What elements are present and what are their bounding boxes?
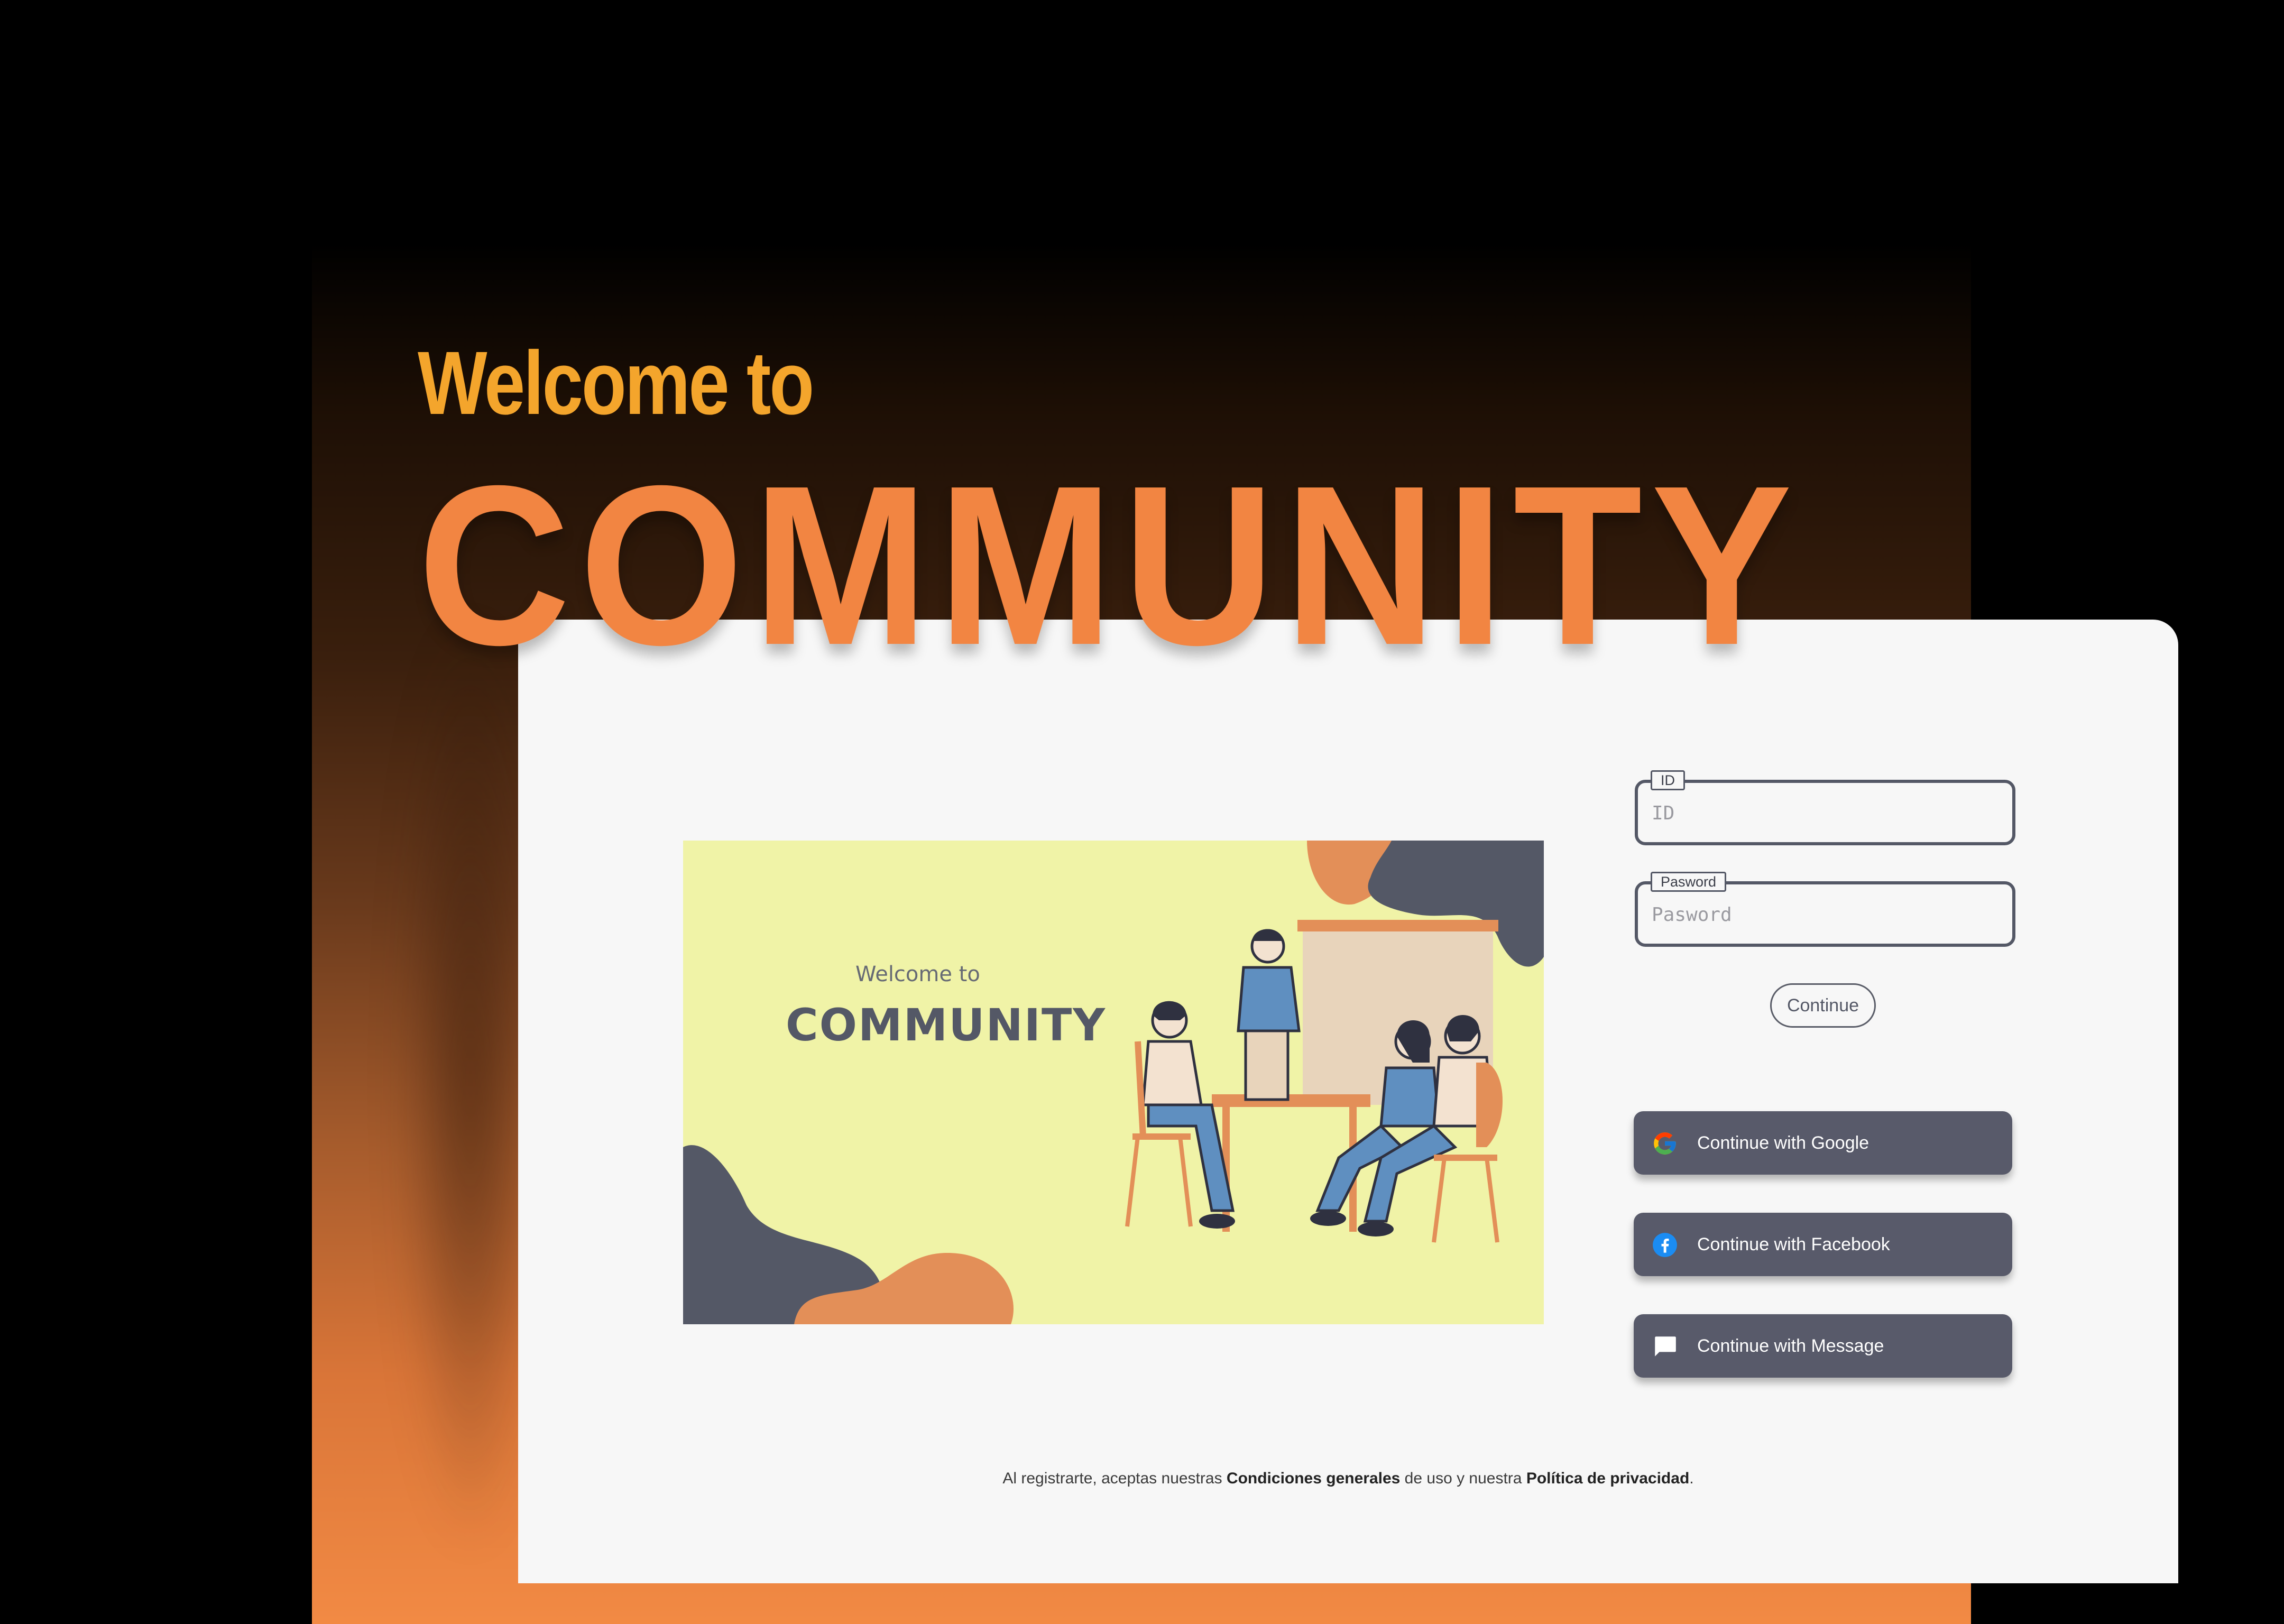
continue-button[interactable]: Continue: [1770, 983, 1876, 1028]
privacy-link[interactable]: Política de privacidad: [1526, 1470, 1689, 1487]
facebook-icon: [1653, 1233, 1677, 1257]
illustration-title: COMMUNITY: [786, 999, 1107, 1051]
illustration-art: [683, 841, 1544, 1324]
message-button[interactable]: Continue with Message: [1634, 1314, 2012, 1378]
message-icon: [1655, 1336, 1676, 1357]
terms-link[interactable]: Condiciones generales: [1227, 1470, 1400, 1487]
password-field: Pasword: [1635, 872, 2015, 947]
facebook-button[interactable]: Continue with Facebook: [1634, 1213, 2012, 1276]
illustration-welcome-text: Welcome to: [855, 962, 980, 986]
message-button-label: Continue with Message: [1697, 1335, 1884, 1356]
hero-title: COMMUNITY: [418, 439, 1801, 693]
legal-suffix: .: [1689, 1470, 1694, 1487]
legal-notice: Al registrarte, aceptas nuestras Condici…: [518, 1470, 2178, 1488]
legal-prefix: Al registrarte, aceptas nuestras: [1002, 1470, 1227, 1487]
google-icon: [1654, 1132, 1676, 1155]
id-input[interactable]: [1651, 783, 2002, 843]
community-illustration: Welcome to COMMUNITY: [683, 841, 1544, 1324]
password-input[interactable]: [1651, 884, 2002, 945]
legal-middle: de uso y nuestra: [1400, 1470, 1526, 1487]
google-button-label: Continue with Google: [1697, 1132, 1869, 1153]
id-field: ID: [1635, 770, 2015, 845]
facebook-button-label: Continue with Facebook: [1697, 1234, 1890, 1254]
google-button[interactable]: Continue with Google: [1634, 1111, 2012, 1175]
hero-welcome-text: Welcome to: [418, 333, 814, 433]
